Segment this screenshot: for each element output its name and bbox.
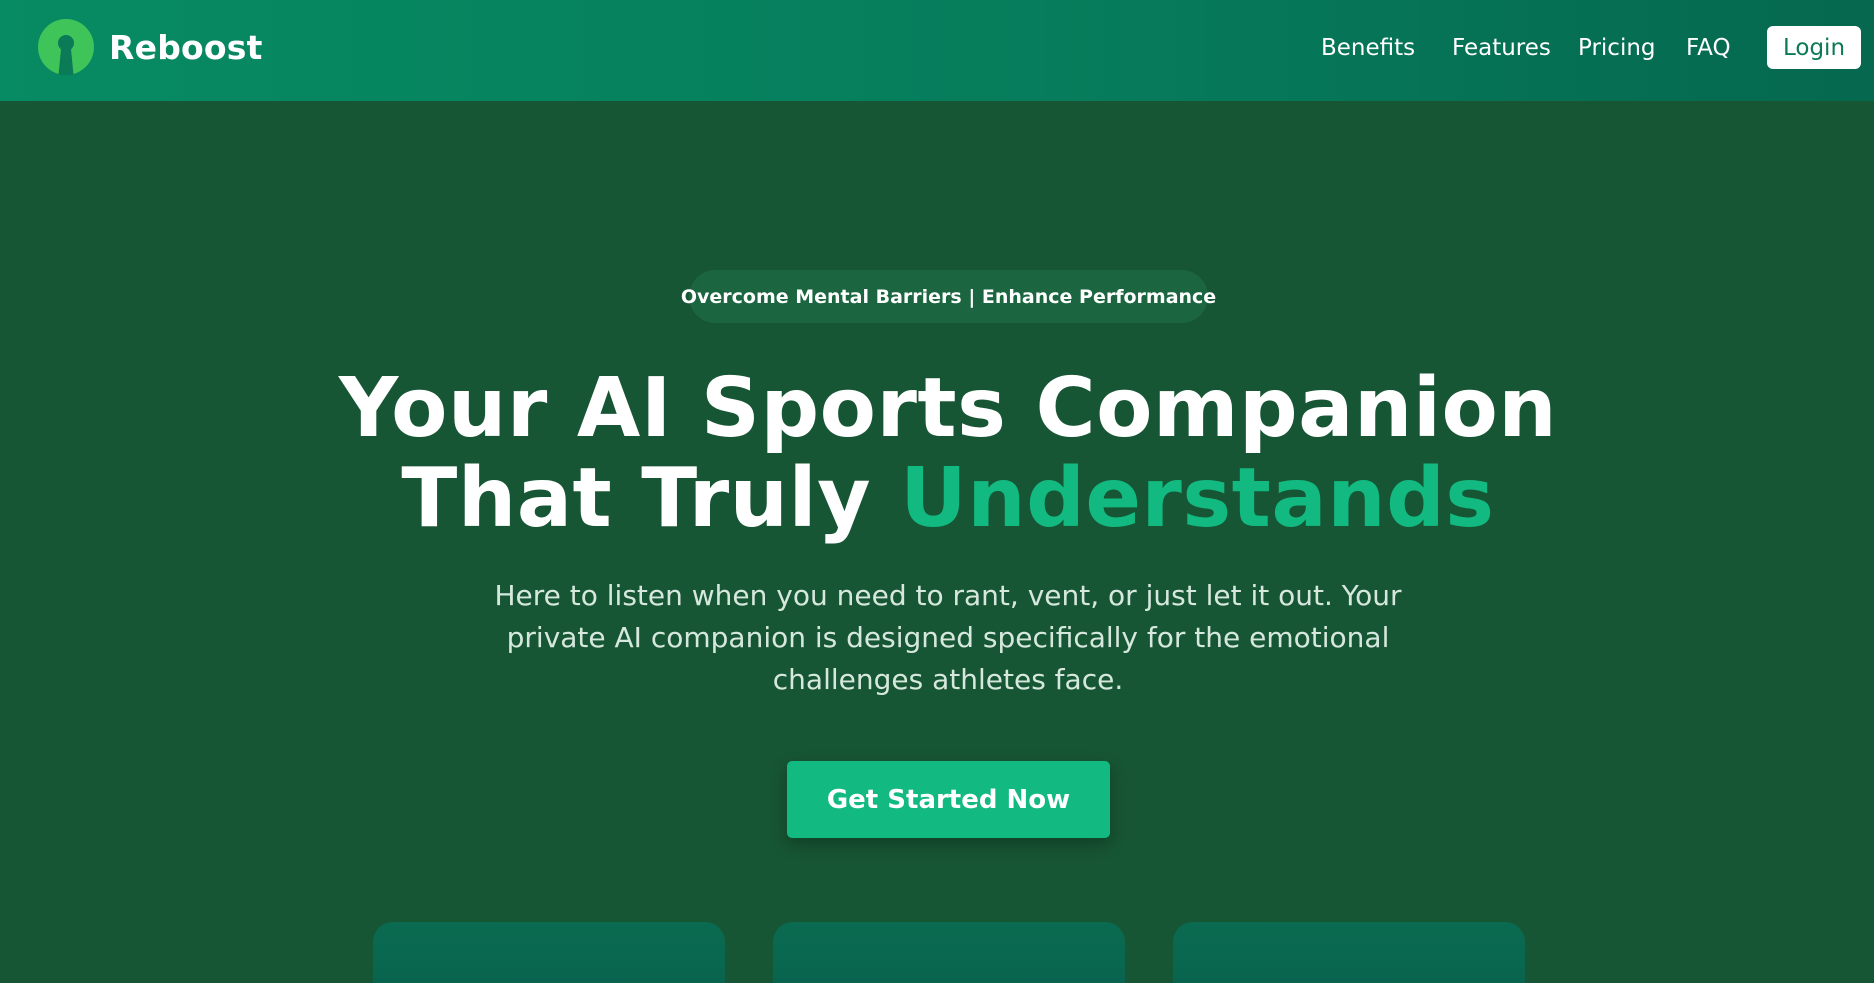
hero-headline: Your AI Sports Companion That Truly Unde… [0,364,1874,544]
feature-card [773,922,1125,983]
site-header: Reboost Benefits Features Pricing FAQ Lo… [0,0,1874,101]
headline-line-2-plain: That Truly [401,451,901,546]
nav-link-faq[interactable]: FAQ [1686,35,1731,61]
landing-page: Reboost Benefits Features Pricing FAQ Lo… [0,0,1874,983]
nav-link-features[interactable]: Features [1452,35,1551,61]
tagline-badge: Overcome Mental Barriers | Enhance Perfo… [681,270,1216,323]
headline-line-1: Your AI Sports Companion [338,361,1558,456]
feature-card [1173,922,1525,983]
feature-card [373,922,725,983]
hero-description: Here to listen when you need to rant, ve… [494,579,1402,696]
login-button[interactable]: Login [1767,26,1861,69]
main-nav: Benefits Features Pricing FAQ [0,31,1874,71]
get-started-button[interactable]: Get Started Now [787,761,1110,838]
nav-link-benefits[interactable]: Benefits [1321,35,1415,61]
headline-accent-word: Understands [900,451,1495,546]
nav-link-pricing[interactable]: Pricing [1578,35,1656,61]
